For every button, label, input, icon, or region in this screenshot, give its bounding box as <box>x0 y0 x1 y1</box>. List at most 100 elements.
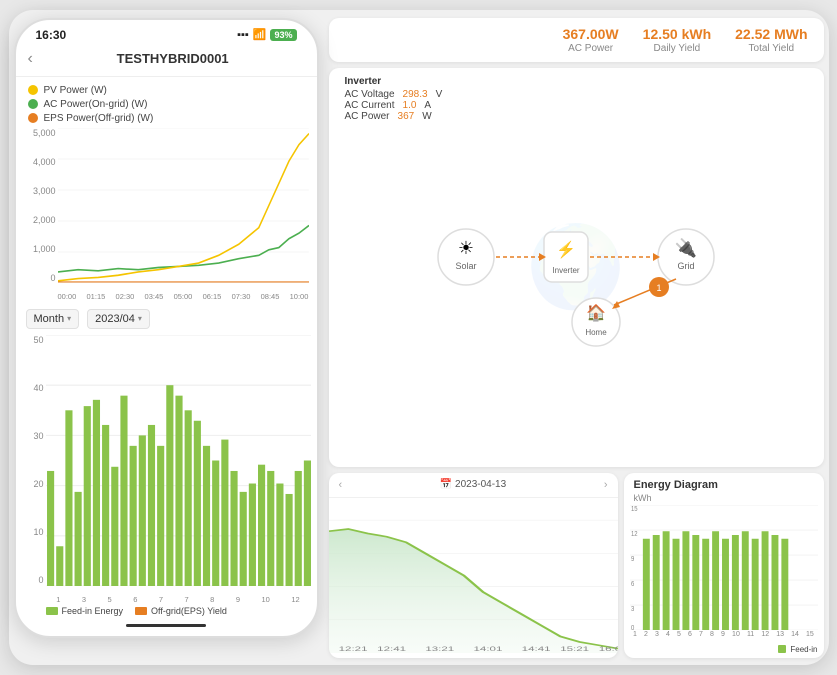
phone-content: PV Power (W) AC Power(On-grid) (W) EPS P… <box>16 77 317 616</box>
energy-diagram-card: Energy Diagram kWh 15 <box>624 473 824 658</box>
line-chart-legend: PV Power (W) AC Power(On-grid) (W) EPS P… <box>16 77 317 128</box>
phone-mockup: 16:30 ▪▪▪ 📶 93% ‹ TESTHYBRID0001 PV Powe… <box>14 18 319 638</box>
bar-chart-legend: Feed-in Energy Off-grid(EPS) Yield <box>46 606 311 616</box>
current-unit: A <box>424 100 431 111</box>
total-yield-label: Total Yield <box>735 43 807 54</box>
daily-chart-nav: ‹ 📅 2023-04-13 › <box>329 473 618 498</box>
diagram-area: 🌍 Inverter AC Voltage 298.3 V AC Current… <box>329 68 824 467</box>
ac-legend-dot <box>28 99 38 109</box>
svg-text:🔌: 🔌 <box>675 237 697 258</box>
eps-legend-dot <box>28 113 38 123</box>
period-label: Month <box>34 313 65 325</box>
svg-text:Solar: Solar <box>455 261 476 271</box>
svg-text:16:01: 16:01 <box>598 644 617 652</box>
line-chart-svg <box>58 128 309 283</box>
svg-text:6: 6 <box>630 580 634 588</box>
line-chart-area: 5,000 4,000 3,000 2,000 1,000 0 <box>16 128 317 303</box>
inverter-power-row: AC Power 367 W <box>345 111 443 122</box>
bar-chart-svg <box>46 335 311 586</box>
phone-header: ‹ TESTHYBRID0001 <box>16 46 317 77</box>
power-label: AC Power <box>345 111 390 122</box>
power-value: 367 <box>398 111 415 122</box>
daily-date: 📅 2023-04-13 <box>440 479 506 490</box>
bar-x-axis: 1 3 5 6 7 7 8 9 10 12 <box>46 595 311 604</box>
current-value: 1.0 <box>403 100 417 111</box>
period-chevron: ▾ <box>67 314 71 323</box>
home-indicator <box>16 616 317 636</box>
feed-in-legend: Feed-in Energy <box>46 606 124 616</box>
legend-row-eps: EPS Power(Off-grid) (W) <box>28 113 305 124</box>
svg-text:⚡: ⚡ <box>556 240 576 259</box>
voltage-unit: V <box>436 89 443 100</box>
svg-text:15: 15 <box>630 505 637 513</box>
svg-text:🏠: 🏠 <box>586 304 606 322</box>
ac-power-value: 367.00W <box>563 26 619 42</box>
line-chart-plot <box>58 128 309 283</box>
inverter-info: Inverter AC Voltage 298.3 V AC Current 1… <box>345 76 443 122</box>
bar-chart-area: 50 40 30 20 10 0 <box>16 335 317 616</box>
daily-yield-value: 12.50 kWh <box>643 26 711 42</box>
svg-text:12:41: 12:41 <box>377 644 406 652</box>
daily-chart-card: ‹ 📅 2023-04-13 › <box>329 473 618 658</box>
svg-text:12: 12 <box>630 530 637 538</box>
battery-indicator: 93% <box>270 29 296 41</box>
date-label: 2023/04 <box>95 313 135 325</box>
signal-icon: ▪▪▪ <box>237 29 249 41</box>
legend-row-ac: AC Power(On-grid) (W) <box>28 99 305 110</box>
date-chevron: ▾ <box>138 314 142 323</box>
current-label: AC Current <box>345 100 395 111</box>
home-bar <box>126 624 206 627</box>
svg-text:Inverter: Inverter <box>552 266 579 275</box>
power-unit: W <box>422 111 431 122</box>
pv-legend-dot <box>28 85 38 95</box>
inverter-title: Inverter <box>345 76 443 87</box>
pv-legend-label: PV Power (W) <box>44 85 107 96</box>
daily-next-arrow[interactable]: › <box>604 479 608 491</box>
energy-legend: Feed-in <box>778 645 817 654</box>
daily-date-label: 2023-04-13 <box>455 479 506 490</box>
daily-prev-arrow[interactable]: ‹ <box>339 479 343 491</box>
period-selector[interactable]: Month ▾ <box>26 309 80 329</box>
svg-text:13:21: 13:21 <box>425 644 454 652</box>
svg-text:15:21: 15:21 <box>560 644 589 652</box>
phone-status-bar: 16:30 ▪▪▪ 📶 93% <box>16 20 317 46</box>
calendar-icon: 📅 <box>440 479 452 490</box>
svg-text:3: 3 <box>630 605 634 613</box>
svg-text:14:41: 14:41 <box>521 644 550 652</box>
voltage-label: AC Voltage <box>345 89 395 100</box>
svg-text:9: 9 <box>630 555 634 563</box>
inverter-current-row: AC Current 1.0 A <box>345 100 443 111</box>
flow-diagram: ☀ Solar ⚡ Inverter 🔌 Grid 🏠 Home <box>406 187 746 347</box>
total-yield-value: 22.52 MWh <box>735 26 807 42</box>
energy-x-labels: 1 2 3 4 5 6 7 8 9 10 11 12 13 14 <box>624 630 824 639</box>
bar-chart-plot <box>46 335 311 586</box>
feed-in-color <box>46 607 58 615</box>
svg-text:Grid: Grid <box>677 261 694 271</box>
svg-text:☀: ☀ <box>458 238 474 258</box>
date-selector[interactable]: 2023/04 ▾ <box>87 309 150 329</box>
line-y-axis: 5,000 4,000 3,000 2,000 1,000 0 <box>24 128 56 283</box>
energy-legend-label: Feed-in <box>790 645 817 654</box>
voltage-value: 298.3 <box>403 89 428 100</box>
feed-in-label: Feed-in Energy <box>62 606 124 616</box>
svg-text:14:01: 14:01 <box>473 644 502 652</box>
offgrid-legend: Off-grid(EPS) Yield <box>135 606 227 616</box>
stat-ac-power: 367.00W AC Power <box>563 26 619 54</box>
eps-legend-label: EPS Power(Off-grid) (W) <box>44 113 154 124</box>
energy-title: Energy Diagram <box>624 473 824 493</box>
energy-legend-dot <box>778 645 786 653</box>
ac-legend-label: AC Power(On-grid) (W) <box>44 99 148 110</box>
status-icons: ▪▪▪ 📶 93% <box>237 28 296 41</box>
svg-text:0: 0 <box>630 624 634 630</box>
ac-power-label: AC Power <box>563 43 619 54</box>
energy-chart-body: 15 12 9 6 3 0 <box>624 505 824 630</box>
energy-bar-chart-svg: 15 12 9 6 3 0 <box>630 505 818 630</box>
offgrid-color <box>135 607 147 615</box>
back-button[interactable]: ‹ <box>28 50 33 68</box>
right-panel: 367.00W AC Power 12.50 kWh Daily Yield 2… <box>329 18 824 658</box>
line-x-axis: 00:00 01:15 02:30 03:45 05:00 06:15 07:3… <box>58 292 309 301</box>
energy-unit: kWh <box>624 493 824 505</box>
svg-text:12:21: 12:21 <box>338 644 367 652</box>
stat-total-yield: 22.52 MWh Total Yield <box>735 26 807 54</box>
stat-daily-yield: 12.50 kWh Daily Yield <box>643 26 711 54</box>
